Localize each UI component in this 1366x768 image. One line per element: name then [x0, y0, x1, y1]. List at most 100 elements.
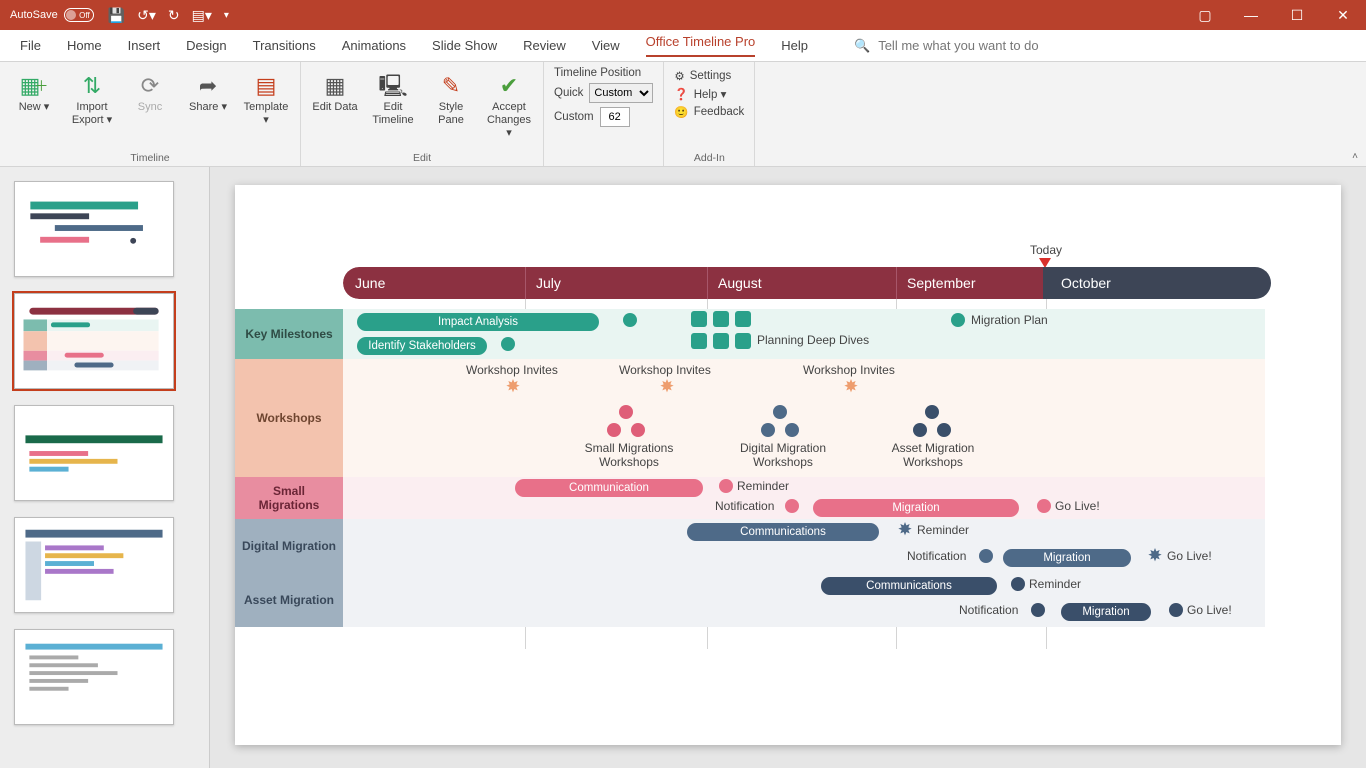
tell-me-search[interactable]: 🔍 Tell me what you want to do — [854, 38, 1039, 54]
bar-migration[interactable]: Migration — [1003, 549, 1131, 567]
accept-changes-button[interactable]: ✔Accept Changes ▾ — [485, 67, 533, 141]
label-notification: Notification — [715, 499, 774, 513]
milestone-square[interactable] — [713, 311, 729, 327]
bar-communication[interactable]: Communication — [515, 479, 703, 497]
slide[interactable]: Today June July August September October — [235, 185, 1341, 745]
burst-icon[interactable] — [897, 522, 913, 538]
feedback-button[interactable]: 🙂Feedback — [674, 105, 744, 119]
lane-key-milestones: Key Milestones Impact Analysis Identify … — [235, 309, 1265, 359]
month-july: July — [525, 267, 561, 299]
cluster-dot[interactable] — [619, 405, 633, 419]
gear-icon: ⚙ — [674, 69, 684, 83]
present-icon[interactable]: ▤▾ — [192, 7, 212, 24]
maximize-icon[interactable]: ☐ — [1274, 0, 1320, 30]
milestone-dot[interactable] — [719, 479, 733, 493]
ribbon-display-icon[interactable]: ▢ — [1182, 0, 1228, 30]
milestone-square[interactable] — [713, 333, 729, 349]
redo-icon[interactable]: ↻ — [168, 7, 180, 24]
edit-data-button[interactable]: ▦Edit Data — [311, 67, 359, 141]
burst-icon[interactable] — [843, 379, 859, 395]
label-notification: Notification — [959, 603, 1018, 617]
milestone-square[interactable] — [735, 311, 751, 327]
template-button[interactable]: ▤Template ▾ — [242, 67, 290, 127]
tab-insert[interactable]: Insert — [128, 38, 161, 53]
tab-view[interactable]: View — [592, 38, 620, 53]
new-button[interactable]: ▦＋New ▾ — [10, 67, 58, 127]
bar-migration[interactable]: Migration — [813, 499, 1019, 517]
tab-help[interactable]: Help — [781, 38, 808, 53]
tab-home[interactable]: Home — [67, 38, 102, 53]
month-august: August — [707, 267, 762, 299]
qat-more-icon[interactable]: ▾ — [224, 10, 229, 21]
milestone-dot[interactable] — [1031, 603, 1045, 617]
autosave-toggle[interactable]: AutoSave Off — [10, 8, 94, 22]
milestone-dot[interactable] — [623, 313, 637, 327]
quick-position-select[interactable]: Custom — [589, 83, 653, 103]
burst-icon[interactable] — [505, 379, 521, 395]
cluster-dot[interactable] — [785, 423, 799, 437]
milestone-dot[interactable] — [979, 549, 993, 563]
collapse-ribbon-icon[interactable]: ˄ — [1352, 151, 1358, 162]
minimize-icon[interactable]: ― — [1228, 0, 1274, 30]
cluster-dot[interactable] — [773, 405, 787, 419]
cluster-dot[interactable] — [937, 423, 951, 437]
bar-communications[interactable]: Communications — [821, 577, 997, 595]
edit-timeline-button[interactable]: 🖳Edit Timeline — [369, 67, 417, 141]
milestone-square[interactable] — [691, 333, 707, 349]
slide-thumbnail-5[interactable] — [14, 629, 174, 725]
save-icon[interactable]: 💾 — [108, 7, 125, 24]
tab-review[interactable]: Review — [523, 38, 566, 53]
slide-thumbnail-1[interactable] — [14, 181, 174, 277]
help-button[interactable]: ❓Help ▾ — [674, 87, 744, 101]
cluster-dot[interactable] — [925, 405, 939, 419]
slide-thumbnail-2[interactable] — [14, 293, 174, 389]
bar-impact-analysis[interactable]: Impact Analysis — [357, 313, 599, 331]
autosave-switch[interactable]: Off — [64, 8, 94, 22]
label-notification: Notification — [907, 549, 966, 563]
burst-icon[interactable] — [1147, 548, 1163, 564]
window-controls: ▢ ― ☐ ✕ — [1182, 0, 1366, 30]
milestone-square[interactable] — [735, 333, 751, 349]
bar-migration[interactable]: Migration — [1061, 603, 1151, 621]
milestone-dot[interactable] — [1011, 577, 1025, 591]
share-button[interactable]: ➦Share ▾ — [184, 67, 232, 127]
milestone-dot[interactable] — [785, 499, 799, 513]
month-october: October — [1043, 267, 1271, 299]
cluster-dot[interactable] — [761, 423, 775, 437]
milestone-dot[interactable] — [501, 337, 515, 351]
milestone-dot[interactable] — [951, 313, 965, 327]
lane-asset-migration: Asset Migration Communications Reminder … — [235, 573, 1265, 627]
label-small-migrations-workshops: Small Migrations Workshops — [569, 441, 689, 469]
milestone-square[interactable] — [691, 311, 707, 327]
custom-label: Custom — [554, 111, 594, 123]
bar-communications[interactable]: Communications — [687, 523, 879, 541]
cluster-dot[interactable] — [913, 423, 927, 437]
settings-button[interactable]: ⚙Settings — [674, 69, 744, 83]
tab-file[interactable]: File — [20, 38, 41, 53]
cluster-dot[interactable] — [631, 423, 645, 437]
tab-animations[interactable]: Animations — [342, 38, 406, 53]
tab-office-timeline-pro[interactable]: Office Timeline Pro — [646, 34, 756, 57]
milestone-dot[interactable] — [1169, 603, 1183, 617]
slide-thumbnail-4[interactable] — [14, 517, 174, 613]
group-label-addin: Add-In — [674, 149, 744, 164]
sync-button[interactable]: ⟳Sync — [126, 67, 174, 127]
undo-icon[interactable]: ↺▾ — [137, 7, 156, 24]
bar-identify-stakeholders[interactable]: Identify Stakeholders — [357, 337, 487, 355]
milestone-dot[interactable] — [1037, 499, 1051, 513]
slide-canvas[interactable]: Today June July August September October — [210, 167, 1366, 768]
workspace: Today June July August September October — [0, 167, 1366, 768]
sync-icon: ⟳ — [135, 71, 165, 101]
burst-icon[interactable] — [659, 379, 675, 395]
cluster-dot[interactable] — [607, 423, 621, 437]
slide-thumbnail-3[interactable] — [14, 405, 174, 501]
import-export-button[interactable]: ⇅Import Export ▾ — [68, 67, 116, 127]
group-label-edit: Edit — [311, 149, 533, 164]
lane-label: Key Milestones — [235, 309, 343, 359]
tab-transitions[interactable]: Transitions — [253, 38, 316, 53]
style-pane-button[interactable]: ✎Style Pane — [427, 67, 475, 141]
custom-position-input[interactable] — [600, 107, 630, 127]
tab-design[interactable]: Design — [186, 38, 226, 53]
close-icon[interactable]: ✕ — [1320, 0, 1366, 30]
tab-slide-show[interactable]: Slide Show — [432, 38, 497, 53]
